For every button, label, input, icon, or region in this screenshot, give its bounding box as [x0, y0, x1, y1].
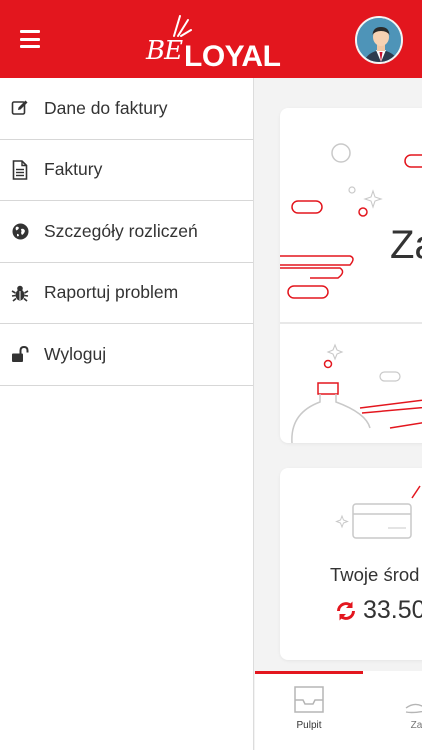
funds-card: Twoje środ 33.50	[280, 468, 422, 660]
hand-icon	[405, 703, 422, 714]
menu-item-report-problem[interactable]: Raportuj problem	[0, 263, 253, 324]
unlock-icon	[10, 344, 30, 364]
avatar-person-icon	[357, 18, 401, 62]
side-menu: Dane do faktury Faktury Szczegóły rozlic…	[0, 78, 254, 750]
hamburger-icon[interactable]	[20, 30, 40, 48]
bottom-tab-bar: Pulpit Zaph	[255, 671, 422, 750]
menu-item-label: Raportuj problem	[44, 282, 179, 303]
document-icon	[10, 159, 30, 180]
menu-item-label: Dane do faktury	[44, 97, 168, 118]
menu-item-invoices[interactable]: Faktury	[0, 140, 253, 201]
logo-spark-icon	[173, 15, 192, 37]
refresh-icon[interactable]	[335, 600, 357, 622]
dashboard-content: Za Twoje środ 33.50 Pul	[255, 78, 422, 750]
wallet-illustration	[335, 485, 421, 539]
tab-pulpit[interactable]: Pulpit	[282, 674, 336, 750]
funds-value: 33.50	[363, 596, 422, 624]
inbox-icon	[294, 686, 324, 713]
funds-label: Twoje środ	[330, 564, 420, 585]
menu-item-invoice-data[interactable]: Dane do faktury	[0, 78, 253, 140]
logo-be-text: BE	[146, 36, 183, 66]
welcome-card: Za	[280, 108, 422, 443]
app-header: BE LOYAL	[0, 0, 422, 78]
funds-row: 33.50	[335, 596, 422, 625]
edit-icon	[10, 98, 30, 118]
bug-icon	[10, 283, 30, 303]
welcome-illustration	[280, 143, 422, 443]
greeting-text: Za	[390, 223, 422, 267]
menu-item-label: Szczegóły rozliczeń	[44, 220, 198, 241]
user-avatar[interactable]	[355, 16, 403, 64]
menu-item-label: Faktury	[44, 159, 103, 180]
menu-item-logout[interactable]: Wyloguj	[0, 324, 253, 386]
logo-loyal-text: LOYAL	[184, 40, 281, 73]
menu-item-settlement-details[interactable]: Szczegóły rozliczeń	[0, 201, 253, 263]
menu-item-label: Wyloguj	[44, 343, 107, 364]
tab-label: Pulpit	[296, 720, 322, 731]
app-logo: BE LOYAL	[146, 12, 281, 73]
tab-label: Zaph	[410, 720, 422, 731]
tab-zaph[interactable]: Zaph	[395, 674, 422, 750]
globe-icon	[10, 221, 30, 241]
